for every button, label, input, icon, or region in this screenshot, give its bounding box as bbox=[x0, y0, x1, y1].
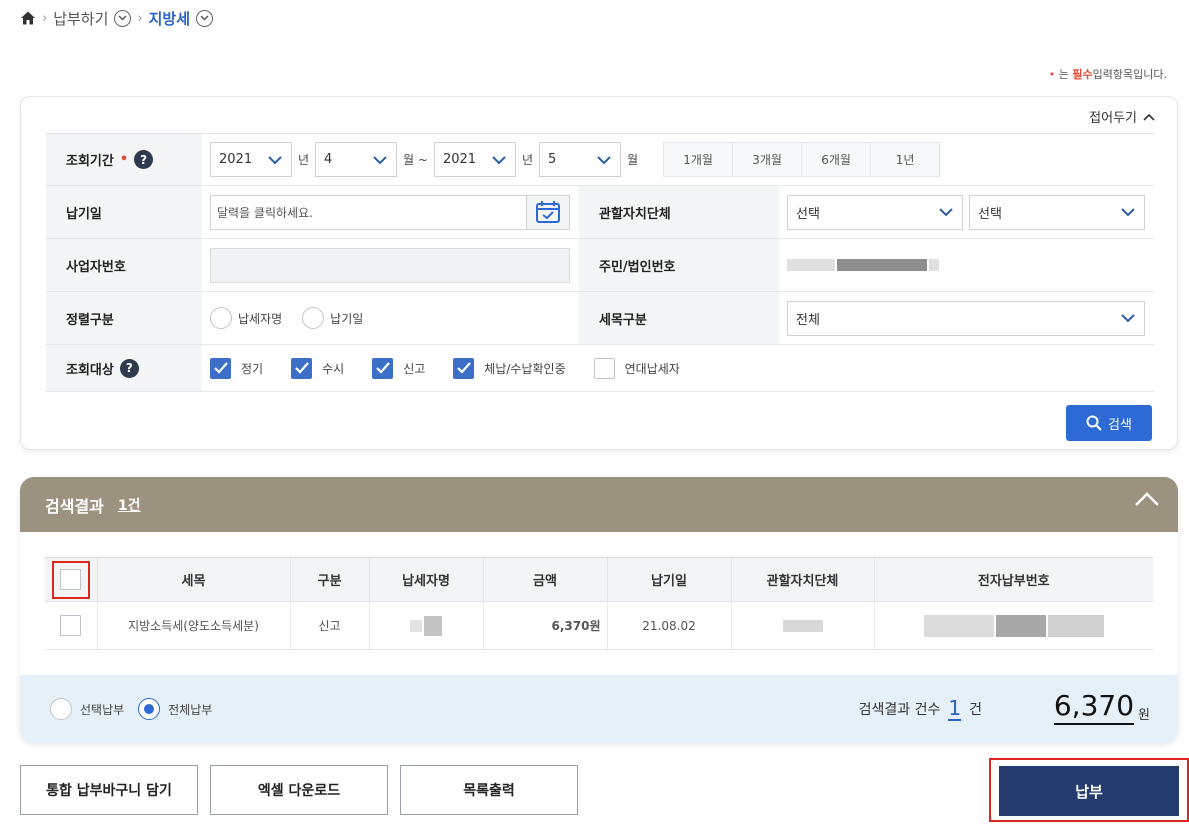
col-amount: 금액 bbox=[482, 557, 607, 602]
period-1y-button[interactable]: 1년 bbox=[870, 142, 941, 177]
chevron-down-icon bbox=[268, 155, 282, 164]
table-row: 지방소득세(양도소득세분) 신고 6,370원 21.08.02 bbox=[45, 601, 1153, 650]
breadcrumb: › 납부하기 › 지방세 bbox=[20, 6, 214, 30]
resident-no-label: 주민/법인번호 bbox=[579, 239, 779, 291]
help-icon[interactable]: ? bbox=[119, 358, 139, 378]
period-1m-button[interactable]: 1개월 bbox=[663, 142, 734, 177]
row-tax: 지방소득세(양도소득세분) bbox=[96, 601, 290, 650]
chevron-down-icon bbox=[597, 155, 611, 164]
select-all-cell bbox=[45, 557, 97, 602]
result-table: 세목 구분 납세자명 금액 납기일 관할자치단체 전자납부번호 지방소득세(양도… bbox=[45, 557, 1153, 650]
required-note: • 는 필수입력항목입니다. bbox=[1048, 68, 1167, 81]
jurisdiction-city-select[interactable]: 선택 bbox=[969, 194, 1145, 230]
search-button[interactable]: 검색 bbox=[1066, 405, 1152, 441]
target-row: 조회대상 ? 정기 수시 신고 체납/수납확인중 연대납세자 bbox=[46, 345, 1154, 392]
start-year-select[interactable]: 2021 bbox=[210, 142, 292, 177]
chevron-down-icon bbox=[1121, 314, 1135, 323]
chevron-up-icon bbox=[1143, 113, 1155, 121]
target-regular-checkbox[interactable] bbox=[210, 357, 231, 379]
chevron-up-icon[interactable] bbox=[1134, 491, 1160, 511]
target-arrears-checkbox[interactable] bbox=[453, 357, 475, 379]
chevron-down-icon[interactable] bbox=[196, 9, 214, 27]
search-form: 조회기간 • ? 2021 년 4 월 ~ 2021 년 5 월 1개월 3개월… bbox=[46, 133, 1154, 392]
due-date-input[interactable]: 달력을 클릭하세요. bbox=[210, 194, 570, 230]
chevron-right-icon: › bbox=[137, 10, 143, 26]
pay-all-radio[interactable] bbox=[138, 698, 161, 720]
due-row: 납기일 달력을 클릭하세요. 관할자치단체 선택 선택 bbox=[46, 186, 1154, 239]
print-list-button[interactable]: 목록출력 bbox=[400, 765, 578, 815]
pay-button[interactable]: 납부 bbox=[999, 766, 1179, 816]
result-header: 검색결과 1건 bbox=[20, 477, 1178, 532]
help-icon[interactable]: ? bbox=[134, 150, 154, 169]
row-taxpayer-masked bbox=[368, 601, 483, 650]
result-footer: 선택납부 전체납부 검색결과 건수 1 건 6,370 원 bbox=[20, 675, 1178, 743]
calendar-icon[interactable] bbox=[526, 195, 569, 229]
row-epay-no-masked bbox=[873, 601, 1153, 650]
select-all-checkbox[interactable] bbox=[60, 569, 82, 590]
row-due: 21.08.02 bbox=[606, 601, 731, 650]
business-no-input bbox=[210, 247, 570, 283]
search-panel: 접어두기 조회기간 • ? 2021 년 4 월 ~ 2021 년 5 월 1개… bbox=[20, 96, 1178, 450]
row-amount: 6,370원 bbox=[482, 601, 607, 650]
result-count: 1건 bbox=[117, 497, 141, 514]
period-row: 조회기간 • ? 2021 년 4 월 ~ 2021 년 5 월 1개월 3개월… bbox=[46, 134, 1154, 186]
start-month-select[interactable]: 4 bbox=[315, 142, 398, 177]
add-to-cart-button[interactable]: 통합 납부바구니 담기 bbox=[20, 765, 198, 815]
search-icon bbox=[1086, 415, 1102, 431]
breadcrumb-item-pay[interactable]: 납부하기 bbox=[53, 8, 108, 29]
quick-period-buttons: 1개월 3개월 6개월 1년 bbox=[663, 142, 941, 177]
chevron-down-icon bbox=[492, 155, 506, 164]
required-dot-icon: • bbox=[119, 152, 129, 167]
period-label: 조회기간 • ? bbox=[46, 134, 202, 185]
target-occasional-checkbox[interactable] bbox=[291, 357, 313, 379]
excel-download-button[interactable]: 엑셀 다운로드 bbox=[210, 765, 388, 815]
sort-row: 정렬구분 납세자명 납기일 세목구분 전체 bbox=[46, 292, 1154, 345]
col-tax: 세목 bbox=[96, 557, 290, 602]
required-dot-icon: • bbox=[1048, 68, 1056, 81]
id-row: 사업자번호 주민/법인번호 bbox=[46, 239, 1154, 292]
chevron-down-icon bbox=[373, 155, 387, 164]
pay-selected-radio[interactable] bbox=[50, 698, 72, 720]
col-jurisdiction: 관할자치단체 bbox=[730, 557, 874, 602]
chevron-right-icon: › bbox=[42, 10, 48, 26]
due-date-label: 납기일 bbox=[46, 186, 202, 238]
period-3m-button[interactable]: 3개월 bbox=[732, 142, 803, 177]
breadcrumb-item-local-tax[interactable]: 지방세 bbox=[149, 8, 190, 29]
sort-label: 정렬구분 bbox=[46, 292, 202, 344]
result-panel: 검색결과 1건 세목 구분 납세자명 금액 납기일 관할자치단체 전자납부번호 bbox=[20, 477, 1178, 743]
col-type: 구분 bbox=[289, 557, 369, 602]
jurisdiction-label: 관할자치단체 bbox=[579, 186, 779, 238]
chevron-down-icon bbox=[1121, 208, 1135, 217]
end-month-select[interactable]: 5 bbox=[539, 142, 622, 177]
row-checkbox[interactable] bbox=[60, 615, 82, 636]
col-epay-no: 전자납부번호 bbox=[873, 557, 1153, 602]
total-count: 검색결과 건수 1 건 bbox=[858, 696, 982, 721]
home-icon[interactable] bbox=[20, 10, 36, 26]
period-6m-button[interactable]: 6개월 bbox=[801, 142, 872, 177]
resident-no-masked bbox=[787, 259, 939, 271]
col-taxpayer: 납세자명 bbox=[368, 557, 483, 602]
end-year-select[interactable]: 2021 bbox=[433, 142, 516, 177]
collapse-toggle[interactable]: 접어두기 bbox=[1089, 107, 1155, 126]
tax-type-label: 세목구분 bbox=[579, 292, 779, 344]
target-report-checkbox[interactable] bbox=[372, 357, 394, 379]
business-no-label: 사업자번호 bbox=[46, 239, 202, 291]
chevron-down-icon bbox=[939, 208, 953, 217]
col-due: 납기일 bbox=[606, 557, 731, 602]
jurisdiction-province-select[interactable]: 선택 bbox=[787, 194, 963, 230]
row-type: 신고 bbox=[289, 601, 369, 650]
sort-due-radio[interactable] bbox=[302, 307, 325, 329]
sort-name-radio[interactable] bbox=[210, 307, 232, 329]
target-joint-taxpayer-checkbox[interactable] bbox=[593, 357, 615, 379]
tax-type-select[interactable]: 전체 bbox=[787, 300, 1145, 336]
target-label: 조회대상 ? bbox=[46, 345, 202, 391]
total-amount: 6,370 원 bbox=[1053, 689, 1150, 725]
row-jurisdiction-masked bbox=[730, 601, 874, 650]
chevron-down-icon[interactable] bbox=[114, 9, 132, 27]
